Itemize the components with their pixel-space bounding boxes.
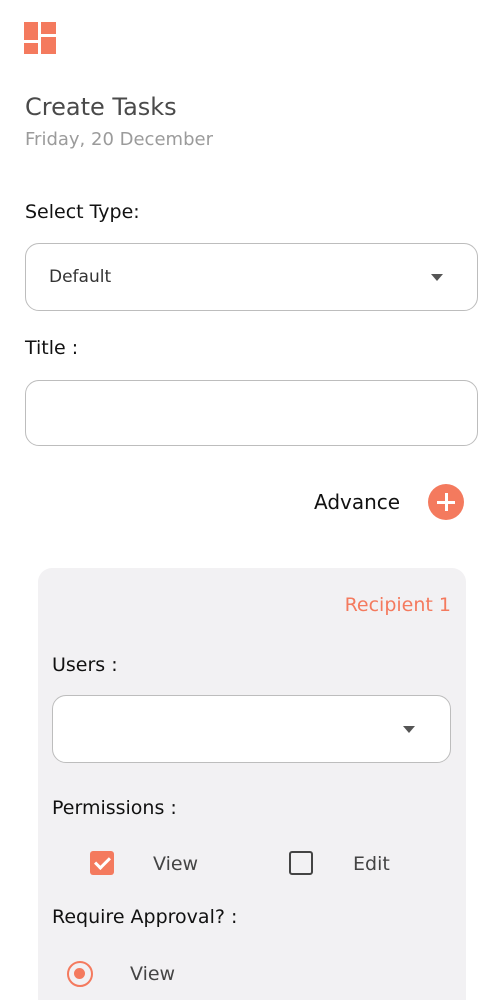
type-select-value: Default [49, 267, 112, 287]
chevron-down-icon [403, 726, 415, 733]
page-date: Friday, 20 December [25, 129, 213, 150]
permission-edit-checkbox[interactable] [289, 851, 313, 875]
app-logo-icon[interactable] [24, 22, 56, 54]
recipient-card: Recipient 1 Users : Permissions : View E… [38, 568, 466, 1000]
approval-view-label: View [130, 963, 176, 985]
advance-add-button[interactable] [428, 484, 464, 520]
page-title: Create Tasks [25, 93, 177, 121]
permission-view-checkbox[interactable] [90, 851, 114, 875]
title-label: Title : [25, 337, 79, 359]
type-select[interactable]: Default [25, 243, 478, 311]
title-input[interactable] [25, 380, 478, 446]
chevron-down-icon [431, 274, 443, 281]
users-label: Users : [52, 654, 118, 676]
permissions-label: Permissions : [52, 797, 177, 819]
users-select[interactable] [52, 695, 451, 763]
approval-view-radio[interactable] [67, 961, 93, 987]
approval-label: Require Approval? : [52, 906, 238, 928]
permission-edit-label: Edit [353, 853, 390, 875]
advance-label: Advance [314, 490, 401, 514]
permission-view-label: View [153, 853, 199, 875]
recipient-heading: Recipient 1 [344, 594, 451, 616]
select-type-label: Select Type: [25, 201, 140, 223]
